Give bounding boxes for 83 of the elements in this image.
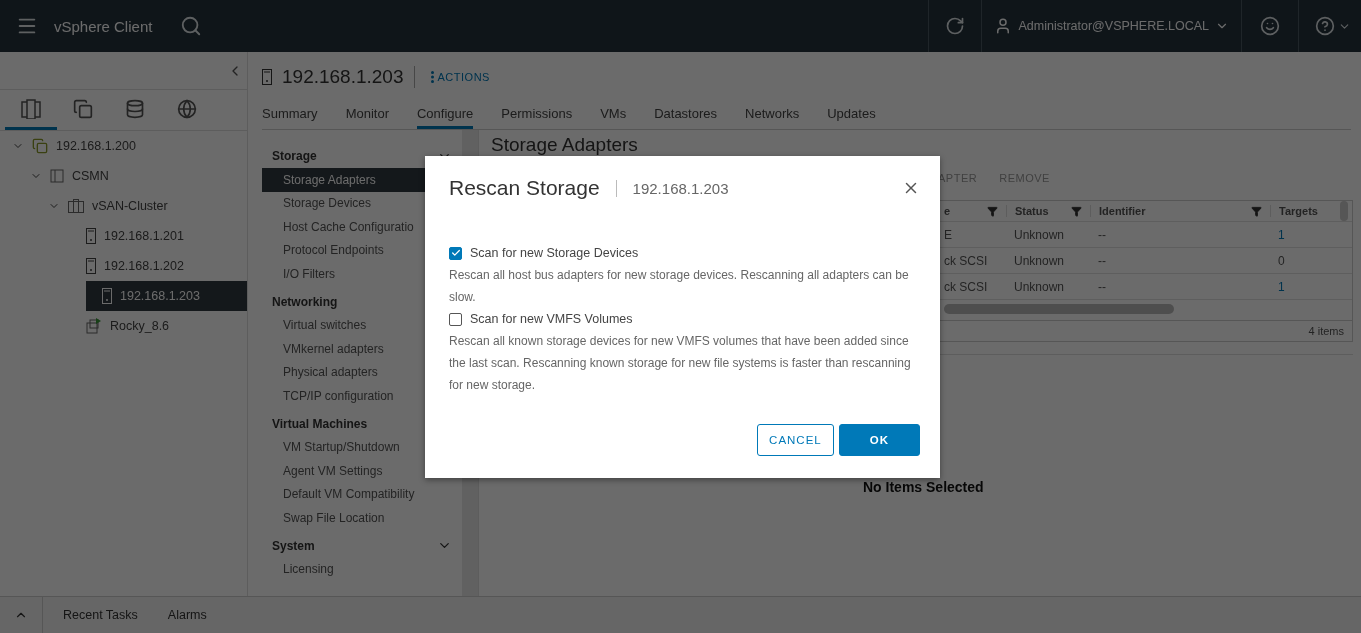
- table-cell-text: 1: [1277, 227, 1286, 242]
- table-cell: --: [1098, 227, 1106, 242]
- tree-label: 192.168.1.203: [120, 289, 200, 303]
- tree-item[interactable]: 192.168.1.202: [0, 251, 247, 281]
- table-cell: Unknown: [1014, 279, 1065, 294]
- actions-menu[interactable]: ACTIONS: [424, 70, 496, 84]
- server-icon: [102, 288, 112, 304]
- hosts-icon: [21, 98, 41, 119]
- table-cell: --: [1098, 253, 1106, 268]
- server-icon: [262, 69, 272, 85]
- server-icon: [86, 228, 96, 244]
- checkbox[interactable]: [449, 246, 462, 260]
- tree-item[interactable]: Rocky_8.6: [0, 311, 247, 341]
- tree-item[interactable]: 192.168.1.201: [0, 221, 247, 251]
- checkbox[interactable]: [449, 312, 462, 326]
- tree-item[interactable]: 192.168.1.200: [0, 131, 247, 161]
- column-header: Status: [1015, 205, 1049, 217]
- vms-icon: [73, 98, 93, 119]
- filter-icon[interactable]: [987, 205, 998, 217]
- tree-item[interactable]: CSMN: [0, 161, 247, 191]
- column-header: Identifier: [1099, 205, 1146, 217]
- building-icon: [50, 169, 64, 183]
- object-title: 192.168.1.203: [282, 66, 404, 88]
- nav-item[interactable]: Licensing: [262, 557, 462, 581]
- tree-label: 192.168.1.201: [104, 229, 184, 243]
- tree-label: CSMN: [72, 169, 109, 183]
- filter-icon[interactable]: [1251, 205, 1262, 217]
- panel-tab[interactable]: Recent Tasks: [63, 608, 148, 622]
- tab[interactable]: Monitor: [345, 102, 389, 129]
- nav-item[interactable]: Swap File Location: [262, 506, 462, 530]
- section-title: System: [272, 538, 315, 553]
- table-cell-text: 1: [1277, 279, 1286, 294]
- tree-item[interactable]: 192.168.1.203: [86, 281, 247, 311]
- option-description: Rescan all host bus adapters for new storage devices. Rescanning all adapters can be slow.: [449, 267, 910, 306]
- item-count: 4 items: [1308, 325, 1344, 337]
- table-cell: Unknown: [1014, 227, 1065, 242]
- tree-label: Rocky_8.6: [110, 319, 170, 333]
- tab[interactable]: Summary: [262, 102, 318, 129]
- empty-state-text: No Items Selected: [862, 479, 985, 495]
- vcenter-icon: [32, 138, 48, 154]
- option-description: Rescan all known storage devices for new VMFS volumes that have been added since the last scan. Rescanning known storage for new file systems is faster than rescanning for new storage.: [449, 333, 912, 394]
- ok-button[interactable]: OK: [838, 424, 920, 456]
- panel-tab[interactable]: Alarms: [167, 608, 217, 622]
- nav-item[interactable]: Default VM Compatibility: [262, 482, 462, 506]
- feedback-icon[interactable]: [1260, 16, 1280, 36]
- table-cell: Unknown: [1014, 253, 1065, 268]
- option-label: Scan for new VMFS Volumes: [470, 312, 633, 326]
- table-cell-text: 0: [1277, 253, 1286, 268]
- app-title: vSphere Client: [54, 17, 153, 35]
- network-icon: [177, 98, 197, 119]
- tree-label: 192.168.1.202: [104, 259, 184, 273]
- column-header: Targets: [1279, 205, 1318, 217]
- table-cell: E: [944, 227, 952, 242]
- refresh-icon[interactable]: [945, 16, 966, 36]
- option-label: Scan for new Storage Devices: [470, 246, 639, 260]
- vm-icon: [86, 318, 102, 334]
- tab[interactable]: Datastores: [654, 102, 718, 129]
- section-title: Virtual Machines: [272, 416, 368, 431]
- table-cell: --: [1098, 279, 1106, 294]
- server-icon: [86, 258, 96, 274]
- user-menu[interactable]: Administrator@VSPHERE.LOCAL: [982, 0, 1241, 52]
- filter-icon[interactable]: [1071, 205, 1082, 217]
- cluster-icon: [68, 199, 84, 213]
- more-icon: [430, 71, 434, 83]
- table-cell: ck SCSI: [944, 253, 988, 268]
- tree-label: 192.168.1.200: [56, 139, 136, 153]
- scrollbar-thumb[interactable]: [944, 304, 1174, 314]
- tab[interactable]: Permissions: [501, 102, 573, 129]
- search-icon[interactable]: [180, 15, 203, 37]
- section-heading: Storage Adapters: [491, 134, 639, 156]
- storage-icon: [125, 98, 145, 119]
- section-title: Storage: [272, 149, 317, 163]
- column-header: e: [944, 205, 951, 217]
- cancel-button[interactable]: CANCEL: [757, 424, 834, 456]
- help-icon[interactable]: [1315, 16, 1335, 36]
- table-cell: ck SCSI: [944, 279, 988, 294]
- tab[interactable]: Updates: [827, 102, 876, 129]
- tree-label: vSAN-Cluster: [92, 199, 168, 213]
- dialog-subtitle: 192.168.1.203: [615, 179, 729, 197]
- tab[interactable]: Networks: [745, 102, 800, 129]
- section-title: Networking: [272, 294, 338, 309]
- tree-item[interactable]: vSAN-Cluster: [0, 191, 247, 221]
- tab[interactable]: VMs: [600, 102, 627, 129]
